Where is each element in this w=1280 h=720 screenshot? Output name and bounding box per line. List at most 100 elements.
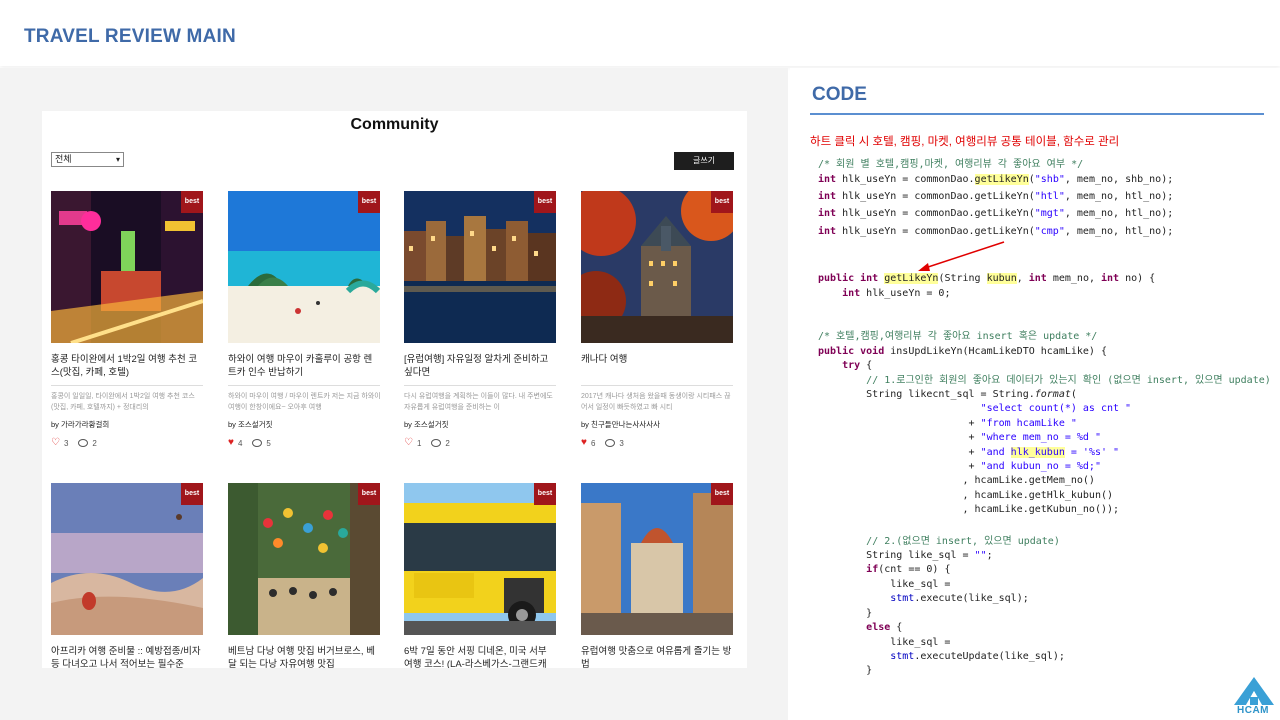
annotation-arrow xyxy=(918,241,1005,271)
code-line: "select count(*) as cnt " xyxy=(980,403,1132,414)
card-excerpt: 다시 유럽여행을 계획하는 이들이 많다. 내 주변에도 자유롭게 유럽여행을 … xyxy=(404,393,553,411)
best-badge: best xyxy=(181,483,203,505)
card-stats: ♥ 4 5 xyxy=(228,438,381,448)
comment-count: 2 xyxy=(92,438,97,448)
card-thumbnail[interactable]: best xyxy=(51,191,203,343)
code-line: if(cnt == 0) { xyxy=(866,564,951,575)
amsterdam-photo xyxy=(404,191,556,343)
heart-filled-icon[interactable]: ♥ xyxy=(581,438,587,448)
best-badge: best xyxy=(181,191,203,213)
review-card[interactable]: best 베트남 다낭 여행 맛집 버거브로스, 베달 되는 다낭 자유여행 맛집 xyxy=(228,483,381,668)
card-divider xyxy=(51,385,203,386)
card-title[interactable]: 캐나다 여행 xyxy=(581,353,734,379)
like-count: 1 xyxy=(416,438,422,448)
review-card[interactable]: best 캐나다 여행 2017년 캐나다 생처음 왔을때 동생이랑 시티패스 끊어… xyxy=(581,191,734,448)
card-thumbnail[interactable]: best xyxy=(581,191,733,343)
card-thumbnail[interactable]: best xyxy=(51,483,203,635)
code-line: stmt.execute(like_sql); xyxy=(890,593,1029,604)
card-title[interactable]: 하와이 여행 마우이 카훌루이 공항 렌트카 인수 반납하기 xyxy=(228,353,381,379)
card-thumbnail[interactable]: best xyxy=(404,191,556,343)
heart-outline-icon[interactable]: ♡ xyxy=(51,438,60,448)
card-divider xyxy=(581,385,733,386)
beach-photo xyxy=(228,191,380,343)
best-badge: best xyxy=(358,483,380,505)
review-card[interactable]: best 6박 7일 동안 서핑 디네온, 미국 서부 여행 코스! (LA-라스… xyxy=(404,483,557,668)
desert-photo xyxy=(51,483,203,635)
best-badge: best xyxy=(534,483,556,505)
heart-outline-icon[interactable]: ♡ xyxy=(404,438,413,448)
card-stats: ♡ 3 2 xyxy=(51,438,204,448)
card-stats: ♥ 6 3 xyxy=(581,438,734,448)
category-filter-select[interactable]: 전체 ▾ xyxy=(51,152,124,167)
code-line: try { xyxy=(842,360,873,371)
code-line: + "from hcamLike " xyxy=(818,418,1077,429)
heart-filled-icon[interactable]: ♥ xyxy=(228,438,234,448)
like-count: 4 xyxy=(237,438,243,448)
comment-count: 3 xyxy=(619,438,624,448)
card-author: by 가라가라황걸희 xyxy=(51,420,110,429)
card-thumbnail[interactable]: best xyxy=(228,191,380,343)
review-card[interactable]: best [유럽여행] 자유일정 알차게 준비하고 싶다면다시 유럽여행을 계획하… xyxy=(404,191,557,448)
code-line: + "and kubun_no = %d;" xyxy=(818,461,1101,472)
card-thumbnail[interactable]: best xyxy=(228,483,380,635)
card-excerpt: 2017년 캐나다 생처음 왔을때 동생이랑 시티패스 끊어서 일정이 빠듯하였… xyxy=(581,393,731,411)
best-badge: best xyxy=(711,191,733,213)
review-card[interactable]: best 유럽여행 맛춤으로 여유롭게 즐기는 방법 xyxy=(581,483,734,668)
code-line: + "where mem_no = %d " xyxy=(818,432,1101,443)
code-title-underline xyxy=(810,113,1264,115)
card-title[interactable]: 베트남 다낭 여행 맛집 버거브로스, 베달 되는 다낭 자유여행 맛집 xyxy=(228,645,381,668)
code-line: // 2.(없으면 insert, 있으면 update) xyxy=(866,536,1060,547)
card-title[interactable]: 유럽여행 맛춤으로 여유롭게 즐기는 방법 xyxy=(581,645,734,668)
code-description: 하트 클릭 시 호텔, 캠핑, 마켓, 여행리뷰 공통 테이블, 함수로 관리 xyxy=(810,136,1120,148)
comment-icon xyxy=(252,439,263,447)
card-thumbnail[interactable]: best xyxy=(404,483,556,635)
card-divider xyxy=(228,385,380,386)
card-title[interactable]: 6박 7일 동안 서핑 디네온, 미국 서부 여행 코스! (LA-라스베가스-… xyxy=(404,645,557,668)
community-board: Community 전체 ▾ 글쓰기 best 홍콩 타이완에서 1박2일 여행 … xyxy=(42,111,747,668)
code-line: int hlk_useYn = 0; xyxy=(842,288,951,299)
code-line: } xyxy=(818,608,873,619)
code-line: + "and hlk_kubun = '%s' " xyxy=(818,447,1120,458)
like-count: 3 xyxy=(63,438,69,448)
code-line: , hcamLike.getHlk_kubun() xyxy=(818,490,1114,501)
review-card[interactable]: best 홍콩 타이완에서 1박2일 여행 추천 코스(맛집, 카페, 호텔) 홍콩… xyxy=(51,191,204,448)
card-title[interactable]: 홍콩 타이완에서 1박2일 여행 추천 코스(맛집, 카페, 호텔) xyxy=(51,353,204,379)
code-line: // 1.로그인한 회원의 좋아요 데이터가 있는지 확인 (없으면 inser… xyxy=(866,375,1271,386)
like-count: 6 xyxy=(590,438,596,448)
page-title: TRAVEL REVIEW MAIN xyxy=(24,26,236,47)
review-card[interactable]: best 하와이 여행 마우이 카훌루이 공항 렌트카 인수 반납하기하와이 마우… xyxy=(228,191,381,448)
code-line: stmt.executeUpdate(like_sql); xyxy=(890,651,1065,662)
code-line: like_sql = xyxy=(818,579,951,590)
write-post-button[interactable]: 글쓰기 xyxy=(674,152,734,170)
card-thumbnail[interactable]: best xyxy=(581,483,733,635)
comment-icon xyxy=(78,439,89,447)
florence-photo xyxy=(581,483,733,635)
hongkong-photo xyxy=(51,191,203,343)
code-title: CODE xyxy=(812,84,867,105)
bus-photo xyxy=(404,483,556,635)
card-author: by 조스설거짓 xyxy=(404,420,449,429)
best-badge: best xyxy=(534,191,556,213)
canada-photo xyxy=(581,191,733,343)
code-line: , hcamLike.getMem_no() xyxy=(818,475,1095,486)
chevron-down-icon: ▾ xyxy=(115,155,120,164)
card-title[interactable]: [유럽여행] 자유일정 알차게 준비하고 싶다면 xyxy=(404,353,557,379)
comment-count: 2 xyxy=(445,438,450,448)
best-badge: best xyxy=(358,191,380,213)
comment-icon xyxy=(431,439,442,447)
card-title[interactable]: 아프리카 여행 준비물 :: 예방접종/비자 등 다녀오고 나서 적어보는 필수… xyxy=(51,645,204,668)
code-line: else { xyxy=(866,622,903,633)
page-header: TRAVEL REVIEW MAIN xyxy=(0,0,1280,66)
card-stats: ♡ 1 2 xyxy=(404,438,557,448)
code-line: like_sql = xyxy=(818,637,951,648)
card-divider xyxy=(404,385,556,386)
code-line: public void insUpdLikeYn(HcamLikeDTO hca… xyxy=(818,346,1107,357)
code-line: , hcamLike.getKubun_no()); xyxy=(818,504,1120,515)
review-card[interactable]: best아프리카 여행 준비물 :: 예방접종/비자 등 다녀오고 나서 적어보… xyxy=(51,483,204,668)
code-line: /* 호텔,캠핑,여행리뷰 각 좋아요 insert 혹은 update */ xyxy=(818,331,1098,342)
brand-name: HCAM xyxy=(1237,705,1269,716)
filter-selected-value: 전체 xyxy=(55,154,72,164)
community-title: Community xyxy=(350,116,439,133)
vietnam-photo xyxy=(228,483,380,635)
card-excerpt: 하와이 마우이 여행 / 마우이 렌트카 저는 지금 하와이 여행이 한창이에요… xyxy=(228,393,381,411)
